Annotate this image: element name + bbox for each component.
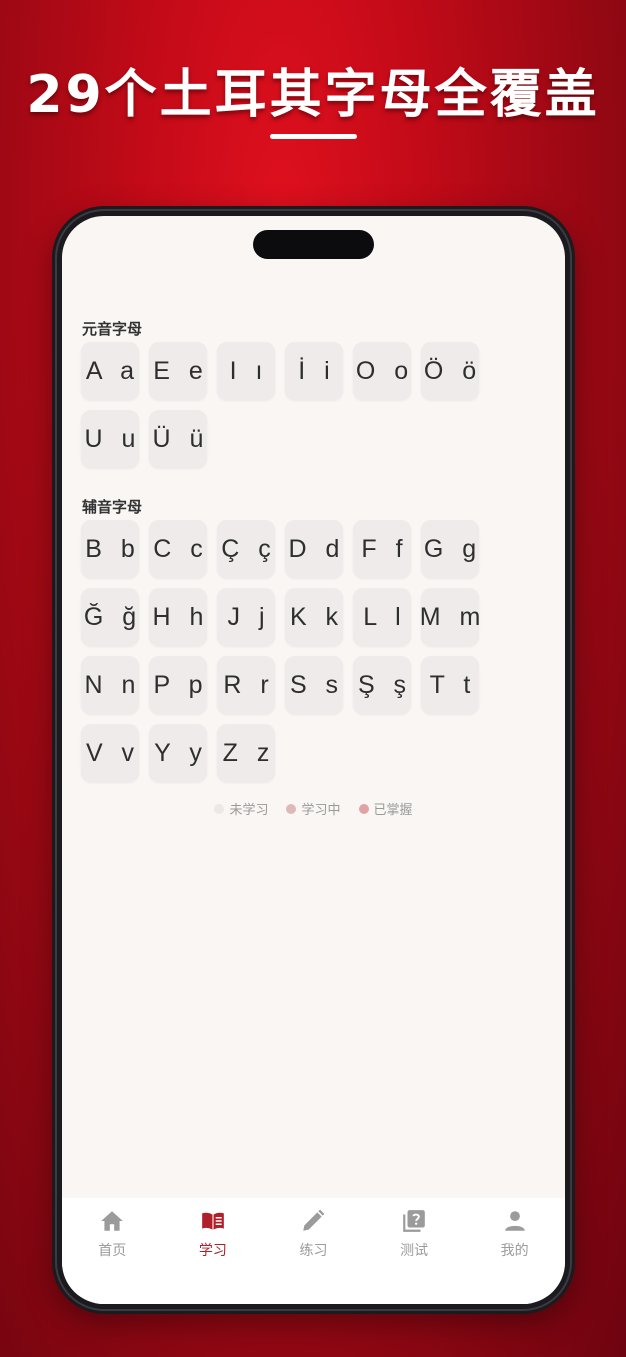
- tab-pencil[interactable]: 练习: [263, 1198, 364, 1304]
- tab-label: 首页: [98, 1243, 127, 1259]
- letter-tile[interactable]: A a: [81, 342, 139, 400]
- legend-label: 学习中: [301, 803, 341, 818]
- legend-dot: [214, 803, 225, 814]
- promo-headline: 29个土耳其字母全覆盖: [26, 65, 600, 125]
- tab-quiz[interactable]: 测试: [364, 1198, 465, 1304]
- dynamic-island: [253, 230, 374, 259]
- letter-tile[interactable]: U u: [81, 410, 139, 468]
- letter-tile[interactable]: Ş ş: [353, 656, 411, 714]
- letter-tile[interactable]: I ı: [217, 342, 275, 400]
- letter-tile[interactable]: İ i: [285, 342, 343, 400]
- letter-tile[interactable]: P p: [149, 656, 207, 714]
- headline-underline: [270, 134, 357, 139]
- progress-legend: 未学习 学习中 已掌握: [62, 799, 565, 818]
- phone-frame: 元音字母 A aE eI ıİ iO oÖ ö U uÜ ü 辅音字母 B bC …: [52, 206, 575, 1314]
- letter-tile[interactable]: F f: [353, 520, 411, 578]
- tab-label: 测试: [400, 1243, 429, 1259]
- legend-label: 未学习: [229, 803, 269, 818]
- legend-item: 学习中: [286, 799, 341, 818]
- tab-label: 学习: [198, 1243, 227, 1259]
- vowels-section-title: 元音字母: [82, 320, 143, 338]
- letter-tile[interactable]: Ğ ğ: [81, 588, 139, 646]
- letter-tile[interactable]: E e: [149, 342, 207, 400]
- letter-tile[interactable]: O o: [353, 342, 411, 400]
- vowel-letter-grid: A aE eI ıİ iO oÖ ö U uÜ ü: [81, 342, 501, 468]
- tab-person[interactable]: 我的: [464, 1198, 565, 1304]
- letter-tile[interactable]: Ö ö: [421, 342, 479, 400]
- tab-label: 练习: [299, 1243, 328, 1259]
- letter-tile[interactable]: H h: [149, 588, 207, 646]
- tab-book[interactable]: 学习: [163, 1198, 264, 1304]
- letter-tile[interactable]: Z z: [217, 724, 275, 782]
- quiz-icon: [401, 1208, 427, 1240]
- letter-tile[interactable]: K k: [285, 588, 343, 646]
- consonants-section-title: 辅音字母: [82, 498, 143, 516]
- app-screen: 元音字母 A aE eI ıİ iO oÖ ö U uÜ ü 辅音字母 B bC …: [62, 216, 565, 1304]
- letter-tile[interactable]: N n: [81, 656, 139, 714]
- legend-item: 未学习: [214, 799, 268, 818]
- legend-dot: [286, 803, 297, 814]
- letter-tile[interactable]: Ü ü: [149, 410, 207, 468]
- letter-tile[interactable]: J j: [217, 588, 275, 646]
- legend-item: 已掌握: [358, 799, 413, 818]
- letter-tile[interactable]: D d: [285, 520, 343, 578]
- book-icon: [200, 1208, 226, 1240]
- letter-tile[interactable]: V v: [81, 724, 139, 782]
- letter-tile[interactable]: M m: [420, 588, 480, 646]
- legend-label: 已掌握: [373, 803, 413, 818]
- letter-tile[interactable]: C c: [149, 520, 207, 578]
- letter-tile[interactable]: R r: [217, 656, 275, 714]
- home-icon: [99, 1208, 125, 1240]
- letter-tile[interactable]: T t: [421, 656, 479, 714]
- letter-tile[interactable]: B b: [81, 520, 139, 578]
- consonant-letter-grid: B bC cÇ çD dF fG g Ğ ğH hJ jK kL lM m N nP…: [81, 520, 501, 782]
- letter-tile[interactable]: S s: [285, 656, 343, 714]
- tab-label: 我的: [500, 1243, 529, 1259]
- tab-home[interactable]: 首页: [62, 1198, 163, 1304]
- letter-tile[interactable]: Y y: [149, 724, 207, 782]
- pencil-icon: [300, 1208, 326, 1240]
- legend-dot: [358, 803, 369, 814]
- bottom-tab-bar: 首页 学习 练习 测试 我的: [62, 1198, 565, 1304]
- letter-tile[interactable]: G g: [421, 520, 479, 578]
- letter-tile[interactable]: L l: [353, 588, 411, 646]
- person-icon: [502, 1208, 528, 1240]
- letter-tile[interactable]: Ç ç: [217, 520, 275, 578]
